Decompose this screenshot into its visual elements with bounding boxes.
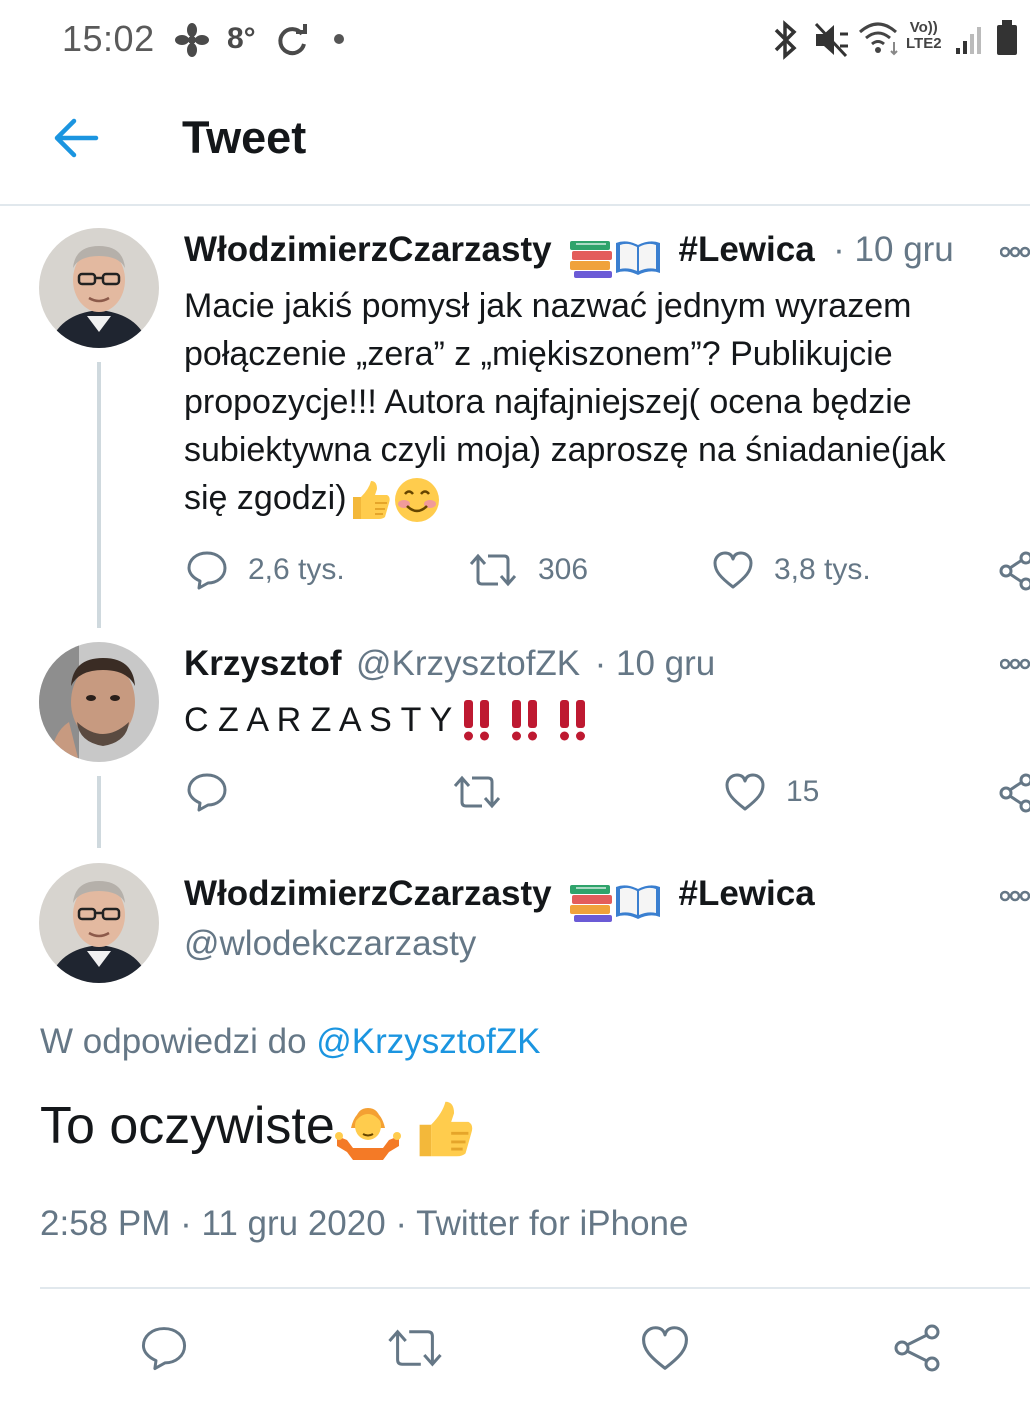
like-count: 3,8 tys. bbox=[774, 553, 871, 586]
avatar-photo bbox=[39, 863, 159, 983]
avatar[interactable] bbox=[39, 228, 159, 348]
reply-icon bbox=[187, 551, 227, 590]
avatar-photo bbox=[39, 228, 159, 348]
author-tag[interactable]: #Lewica bbox=[679, 230, 815, 269]
retweet-count: 306 bbox=[538, 553, 589, 586]
books-emoji-icon bbox=[570, 240, 613, 278]
back-arrow-icon[interactable] bbox=[52, 116, 100, 160]
retweet-action[interactable] bbox=[452, 772, 502, 812]
reply-action[interactable] bbox=[186, 772, 228, 812]
thumbs-up-emoji-icon bbox=[352, 481, 390, 520]
wifi-icon bbox=[859, 22, 898, 56]
author-tag[interactable]: #Lewica bbox=[679, 874, 815, 913]
page-title: Tweet bbox=[182, 112, 307, 163]
like-action[interactable]: 15 bbox=[724, 772, 819, 812]
reply-to-link[interactable]: @KrzysztofZK bbox=[316, 1022, 540, 1061]
share-icon[interactable] bbox=[998, 772, 1030, 814]
author-name[interactable]: Krzysztof bbox=[184, 644, 342, 683]
author-name[interactable]: WłodzimierzCzarzasty bbox=[184, 230, 552, 269]
mute-icon bbox=[814, 22, 848, 58]
more-options-icon[interactable] bbox=[1000, 246, 1030, 258]
shrugging-person-emoji-icon bbox=[334, 1108, 401, 1161]
avatar[interactable] bbox=[39, 863, 159, 983]
thread-line bbox=[97, 362, 101, 628]
open-book-emoji-icon bbox=[616, 885, 661, 919]
retweet-action[interactable]: 306 bbox=[468, 550, 588, 590]
tweet-date[interactable]: · 10 gru bbox=[595, 644, 716, 683]
retweet-icon[interactable] bbox=[386, 1324, 444, 1372]
network-type: Vo)) LTE2 bbox=[906, 19, 942, 52]
reply-action[interactable]: 2,6 tys. bbox=[186, 550, 345, 590]
reply-icon bbox=[187, 773, 227, 812]
header-divider bbox=[0, 204, 1030, 206]
more-options-icon[interactable] bbox=[1000, 658, 1030, 670]
tweet-header: Krzysztof @KrzysztofZK · 10 gru bbox=[184, 644, 715, 684]
heart-icon bbox=[725, 773, 765, 811]
author-handle[interactable]: @KrzysztofZK bbox=[356, 644, 580, 683]
author-name[interactable]: WłodzimierzCzarzasty bbox=[184, 874, 552, 913]
main-tweet-text: To oczywiste bbox=[40, 1096, 477, 1162]
heart-icon bbox=[713, 551, 753, 589]
tweet-text: C Z A R Z A S T Y bbox=[184, 696, 592, 744]
double-exclamation-icon bbox=[512, 700, 538, 741]
retweet-icon bbox=[469, 553, 517, 587]
bluetooth-icon bbox=[774, 20, 797, 60]
status-time: 15:02 bbox=[62, 18, 155, 59]
more-options-icon[interactable] bbox=[1000, 890, 1030, 902]
tweet-date[interactable]: · 10 gru bbox=[833, 230, 954, 269]
share-icon[interactable] bbox=[998, 550, 1030, 592]
double-exclamation-icon bbox=[464, 700, 490, 741]
status-temperature: 8° bbox=[227, 22, 256, 55]
avatar[interactable] bbox=[39, 642, 159, 762]
double-exclamation-icon bbox=[560, 700, 586, 741]
avatar-photo bbox=[39, 642, 159, 762]
sync-icon bbox=[278, 24, 307, 56]
smiling-face-emoji-icon bbox=[394, 478, 439, 523]
books-emoji-icon bbox=[570, 884, 613, 922]
heart-icon[interactable] bbox=[640, 1324, 690, 1372]
share-icon[interactable] bbox=[892, 1322, 942, 1374]
tweet-header: WłodzimierzCzarzasty #Lewica · 10 gru bbox=[184, 230, 954, 279]
thread-line bbox=[97, 776, 101, 848]
notification-dot bbox=[334, 34, 344, 44]
reply-icon[interactable] bbox=[140, 1324, 188, 1372]
like-count: 15 bbox=[786, 775, 820, 808]
author-handle[interactable]: @wlodekczarzasty bbox=[184, 924, 476, 964]
tweet-text: Macie jakiś pomysł jak nazwać jednym wyr… bbox=[184, 282, 1030, 524]
thumbs-up-emoji-icon bbox=[419, 1102, 472, 1157]
battery-icon bbox=[997, 20, 1017, 55]
retweet-icon bbox=[453, 775, 501, 809]
like-action[interactable]: 3,8 tys. bbox=[712, 550, 871, 590]
footer-divider bbox=[40, 1287, 1030, 1289]
reply-count: 2,6 tys. bbox=[248, 553, 345, 586]
main-tweet-header: WłodzimierzCzarzasty #Lewica bbox=[184, 874, 815, 923]
open-book-emoji-icon bbox=[616, 241, 661, 275]
replying-to: W odpowiedzi do @KrzysztofZK bbox=[40, 1022, 541, 1061]
fan-icon bbox=[175, 23, 209, 57]
tweet-timestamp: 2:58 PM · 11 gru 2020 · Twitter for iPho… bbox=[40, 1204, 689, 1243]
signal-icon bbox=[956, 27, 981, 54]
